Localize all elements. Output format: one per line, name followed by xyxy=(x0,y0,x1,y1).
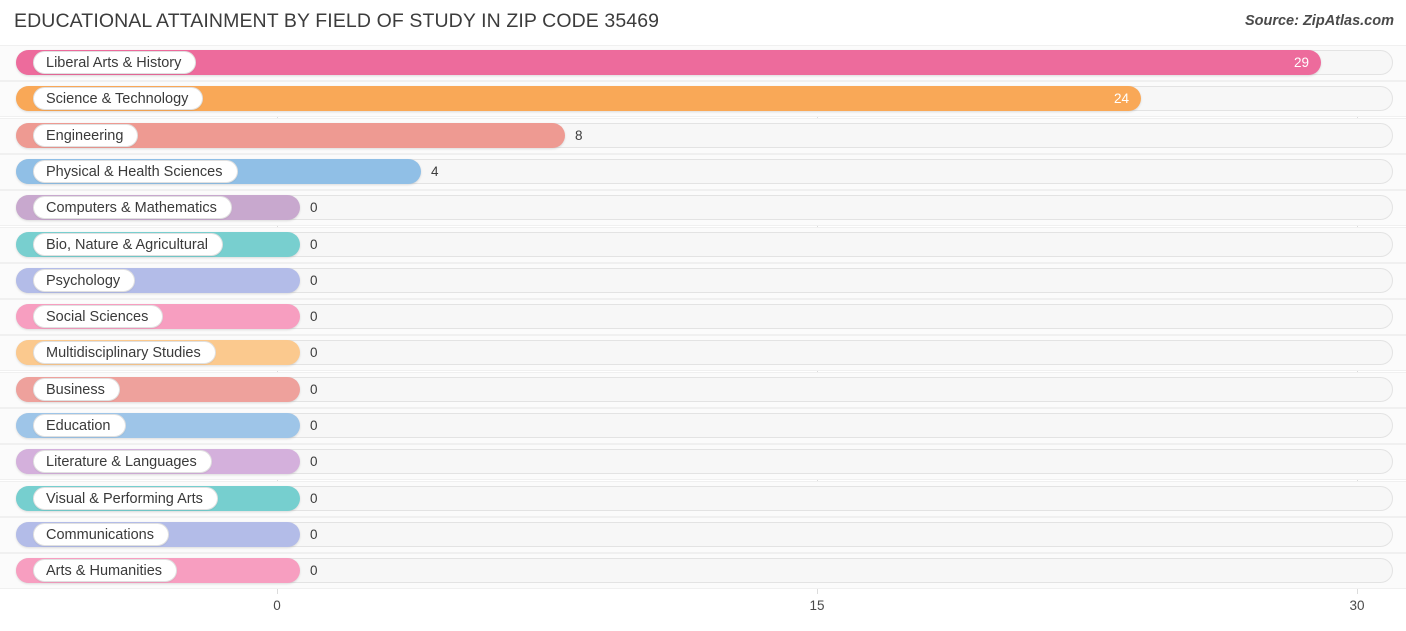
chart-row: 8 Engineering xyxy=(0,117,1406,154)
source-label: Source: ZipAtlas.com xyxy=(1244,13,1394,29)
chart-row: 0 Computers & Mathematics xyxy=(0,190,1406,227)
bar-value-label: 0 xyxy=(310,454,318,470)
chart-header: EDUCATIONAL ATTAINMENT BY FIELD OF STUDY… xyxy=(0,0,1406,45)
category-label[interactable]: Social Sciences xyxy=(33,305,164,329)
chart-row: 0 Business xyxy=(0,371,1406,408)
category-label[interactable]: Literature & Languages xyxy=(33,450,212,474)
category-label[interactable]: Multidisciplinary Studies xyxy=(33,341,216,365)
bar[interactable]: 29 xyxy=(16,50,1321,75)
chart-row: 29 Liberal Arts & History xyxy=(0,45,1406,81)
bar-value-label: 29 xyxy=(1293,55,1309,70)
category-label[interactable]: Education xyxy=(33,414,126,437)
category-label[interactable]: Psychology xyxy=(33,268,136,292)
x-axis-tick-label: 15 xyxy=(809,598,825,613)
chart-row: 0 Arts & Humanities xyxy=(0,553,1406,590)
bar-value-label: 0 xyxy=(310,309,318,325)
category-label[interactable]: Bio, Nature & Agricultural xyxy=(33,232,223,256)
category-label[interactable]: Engineering xyxy=(33,123,139,147)
bar-value-label: 0 xyxy=(310,418,318,433)
chart-row: 0 Psychology xyxy=(0,262,1406,299)
bar-value-label: 0 xyxy=(310,526,318,542)
chart-row: 0 Multidisciplinary Studies xyxy=(0,335,1406,372)
chart-row: 0 Bio, Nature & Agricultural xyxy=(0,226,1406,263)
category-label[interactable]: Liberal Arts & History xyxy=(33,51,197,74)
chart-row: 0 Education xyxy=(0,408,1406,444)
bar-value-label: 0 xyxy=(310,236,318,252)
chart-row: 0 Social Sciences xyxy=(0,299,1406,336)
category-label[interactable]: Science & Technology xyxy=(33,87,204,111)
bar-value-label: 0 xyxy=(310,381,318,397)
category-label[interactable]: Visual & Performing Arts xyxy=(33,486,218,510)
bar-value-label: 0 xyxy=(310,490,318,506)
bar-value-label: 0 xyxy=(310,272,318,288)
category-label[interactable]: Physical & Health Sciences xyxy=(33,159,238,183)
category-label[interactable]: Arts & Humanities xyxy=(33,559,178,583)
category-label[interactable]: Business xyxy=(33,377,120,401)
bar-value-label: 0 xyxy=(310,563,318,579)
bar-value-label: 24 xyxy=(1113,91,1129,107)
category-label[interactable]: Communications xyxy=(33,522,169,546)
chart-row: 0 Visual & Performing Arts xyxy=(0,480,1406,517)
chart-row: 0 Literature & Languages xyxy=(0,444,1406,481)
chart-row: 0 Communications xyxy=(0,516,1406,553)
bar-value-label: 4 xyxy=(431,163,439,179)
x-axis: 0 15 30 xyxy=(0,594,1406,631)
page-title: EDUCATIONAL ATTAINMENT BY FIELD OF STUDY… xyxy=(14,10,660,32)
chart-row: 24 Science & Technology xyxy=(0,81,1406,118)
x-axis-tick-label: 0 xyxy=(273,598,281,613)
bar-value-label: 0 xyxy=(310,345,318,361)
bar-value-label: 8 xyxy=(575,127,583,143)
chart-plot-area: 29 Liberal Arts & History 24 Science & Tech… xyxy=(0,45,1406,594)
bar-value-label: 0 xyxy=(310,200,318,216)
x-axis-tick-label: 30 xyxy=(1349,598,1365,613)
category-label[interactable]: Computers & Mathematics xyxy=(33,196,232,220)
chart-row: 4 Physical & Health Sciences xyxy=(0,153,1406,190)
